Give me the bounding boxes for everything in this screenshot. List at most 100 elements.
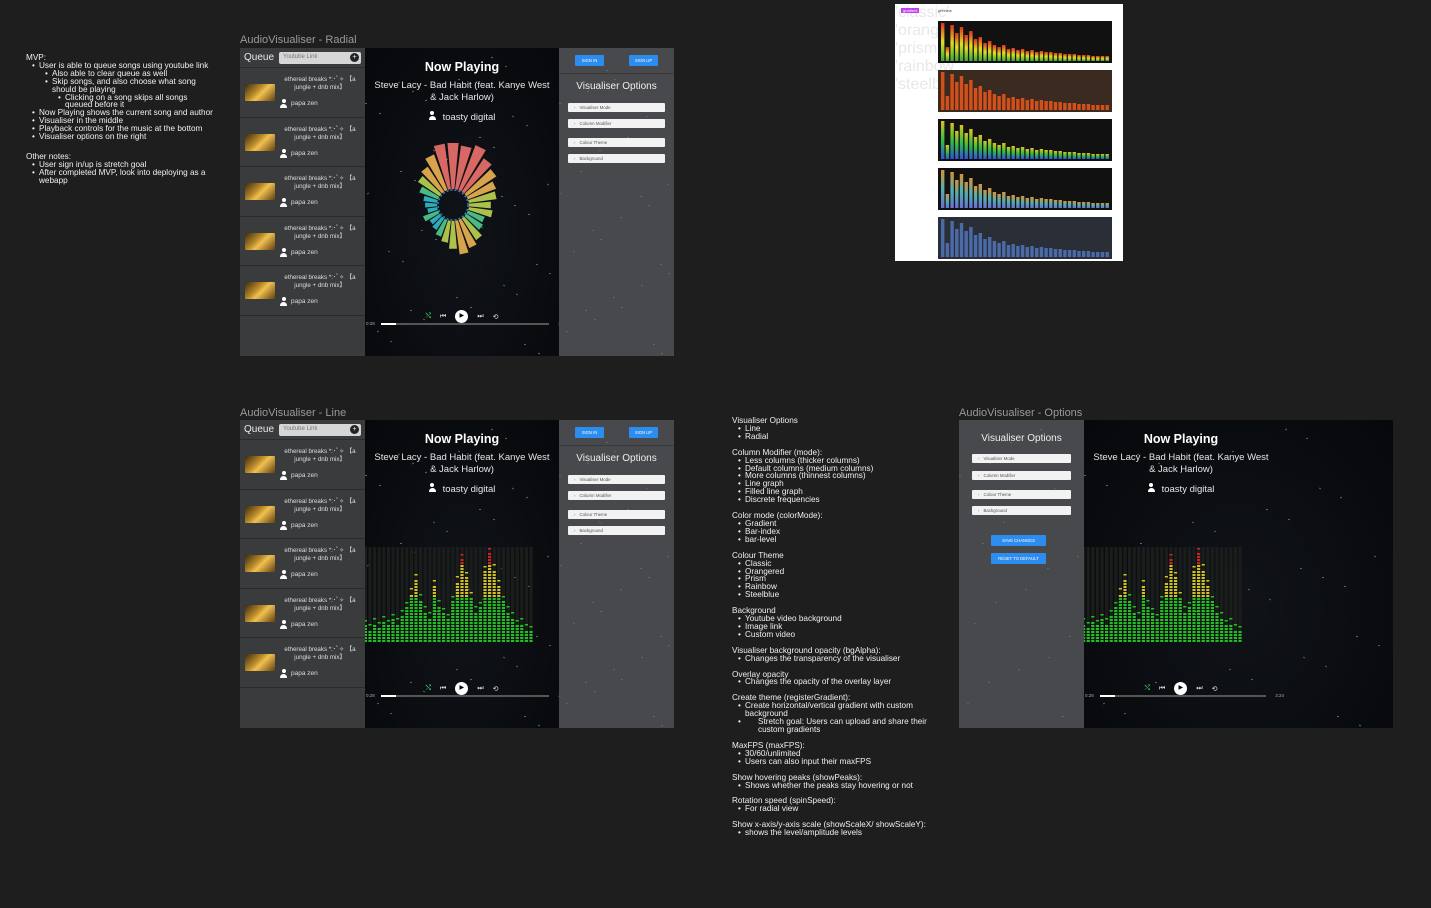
- reset-default-button[interactable]: RESET TO DEFAULT: [991, 553, 1046, 564]
- bar-segment: [1109, 619, 1113, 621]
- preview-bar: [1100, 56, 1105, 61]
- preview-bar: [973, 39, 978, 61]
- radial-bar: [468, 201, 491, 209]
- bar-segment: [488, 595, 492, 597]
- spec-list: 30/60/unlimitedUsers can also input thei…: [732, 749, 952, 766]
- bar-segment: [474, 637, 478, 639]
- bar-segment: [1220, 628, 1224, 630]
- queue-item[interactable]: ethereal breaks *:･ﾟ✧ 【a jungle + dnb mi…: [240, 118, 365, 167]
- sign-in-button[interactable]: SIGN IN: [575, 427, 604, 438]
- bar-peak: [437, 600, 441, 602]
- bar-segment: [1160, 616, 1164, 618]
- queue-item[interactable]: ethereal breaks *:･ﾟ✧ 【a jungle + dnb mi…: [240, 266, 365, 316]
- option-select-0[interactable]: Visualiser Mode: [568, 103, 665, 112]
- queue-item[interactable]: ethereal breaks *:･ﾟ✧ 【a jungle + dnb mi…: [240, 490, 365, 539]
- bar-segment: [451, 613, 455, 615]
- progress-bar[interactable]: 0:283:24: [1084, 692, 1284, 702]
- bar-segment: [465, 598, 469, 600]
- sign-in-button[interactable]: SIGN IN: [575, 55, 604, 66]
- bar-segment: [1118, 604, 1122, 606]
- option-select-2[interactable]: Colour Theme: [568, 138, 665, 147]
- queue-item[interactable]: ethereal breaks *:･ﾟ✧ 【a jungle + dnb mi…: [240, 217, 365, 266]
- bar-segment: [1137, 625, 1141, 627]
- preview-bar: [1063, 250, 1067, 257]
- bar-segment: [377, 634, 381, 636]
- bar-segment: [1160, 625, 1164, 627]
- plus-icon[interactable]: +: [350, 52, 359, 62]
- preview-bar: [1100, 154, 1105, 159]
- option-select-2[interactable]: Colour Theme: [972, 490, 1071, 499]
- bar-segment: [365, 637, 367, 639]
- bar-segment: [409, 616, 413, 618]
- option-select-1[interactable]: Column Modifier: [568, 491, 665, 500]
- background-speck: [621, 678, 624, 680]
- queue-item[interactable]: ethereal breaks *:･ﾟ✧ 【a jungle + dnb mi…: [240, 589, 365, 638]
- bar-segment: [455, 607, 459, 609]
- option-select-2[interactable]: Colour Theme: [568, 510, 665, 519]
- bar-segment: [524, 640, 528, 642]
- bar-segment: [1141, 634, 1145, 636]
- youtube-link-input[interactable]: Youtube Link +: [279, 423, 361, 436]
- bar-segment: [1178, 601, 1182, 603]
- song-thumbnail: [245, 232, 275, 250]
- preview-bar: [959, 76, 964, 110]
- option-select-0[interactable]: Visualiser Mode: [568, 475, 665, 484]
- option-select-0[interactable]: Visualiser Mode: [972, 454, 1071, 463]
- bar-segment: [506, 631, 510, 633]
- option-select-1[interactable]: Column Modifier: [972, 471, 1071, 480]
- bar-segment: [497, 595, 501, 597]
- bar-segment: [1091, 637, 1095, 639]
- queue-item-author-name: papa zen: [291, 248, 318, 256]
- bar-segment: [488, 556, 492, 558]
- background-speck: [1358, 724, 1362, 727]
- queue-item[interactable]: ethereal breaks *:･ﾟ✧ 【a jungle + dnb mi…: [240, 539, 365, 589]
- background-speck: [661, 724, 664, 727]
- progress-bar[interactable]: 0:283:24: [365, 320, 559, 330]
- bar-segment: [1164, 592, 1168, 594]
- bar-segment: [488, 565, 492, 567]
- preview-bar: [1058, 249, 1062, 257]
- bar-peak: [465, 572, 469, 574]
- bar-background: [497, 547, 501, 642]
- bar-segment: [483, 622, 487, 624]
- preview-bar: [1100, 203, 1105, 208]
- bar-segment: [515, 637, 519, 639]
- queue-item-author-name: papa zen: [291, 199, 318, 206]
- option-select-3[interactable]: Background: [568, 526, 665, 535]
- bar-segment: [419, 622, 423, 624]
- bar-segment: [1100, 631, 1104, 633]
- queue-item[interactable]: ethereal breaks *:･ﾟ✧ 【a jungle + dnb mi…: [240, 638, 365, 688]
- save-changes-button[interactable]: SAVE CHANGES: [991, 535, 1046, 546]
- queue-item[interactable]: ethereal breaks *:･ﾟ✧ 【a jungle + dnb mi…: [240, 68, 365, 118]
- bar-background: [396, 547, 400, 642]
- option-select-3[interactable]: Background: [972, 506, 1071, 515]
- bar-peak: [1215, 606, 1219, 608]
- progress-bar[interactable]: 0:283:24: [365, 692, 559, 702]
- bar-segment: [1174, 610, 1178, 612]
- bar-segment: [465, 631, 469, 633]
- option-select-1[interactable]: Column Modifier: [568, 119, 665, 128]
- bar-background: [1114, 547, 1118, 642]
- preview-bar: [950, 221, 954, 257]
- bar-segment: [1091, 628, 1095, 630]
- bar-segment: [1197, 613, 1201, 615]
- preview-bar: [1016, 99, 1020, 110]
- sign-up-button[interactable]: SIGN UP: [629, 55, 658, 66]
- sign-up-button[interactable]: SIGN UP: [629, 427, 658, 438]
- youtube-link-input[interactable]: Youtube Link +: [279, 51, 361, 64]
- bar-segment: [1206, 589, 1210, 591]
- song-title: Steve Lacy - Bad Habit (feat. Kanye West…: [1093, 452, 1269, 475]
- bar-segment: [1141, 604, 1145, 606]
- option-select-3[interactable]: Background: [568, 154, 665, 163]
- queue-item[interactable]: ethereal breaks *:･ﾟ✧ 【a jungle + dnb mi…: [240, 440, 365, 490]
- bar-segment: [1109, 616, 1113, 618]
- bar-segment: [1169, 592, 1173, 594]
- frame-title-radial: AudioVisualiser - Radial: [240, 34, 357, 46]
- bar-segment: [1164, 631, 1168, 633]
- bar-peak: [414, 574, 418, 576]
- background-speck: [661, 352, 664, 355]
- plus-icon[interactable]: +: [350, 424, 359, 434]
- queue-item[interactable]: ethereal breaks *:･ﾟ✧ 【a jungle + dnb mi…: [240, 167, 365, 217]
- spec-item: Shows whether the peaks stay hovering or…: [732, 781, 952, 790]
- bar-segment: [474, 613, 478, 615]
